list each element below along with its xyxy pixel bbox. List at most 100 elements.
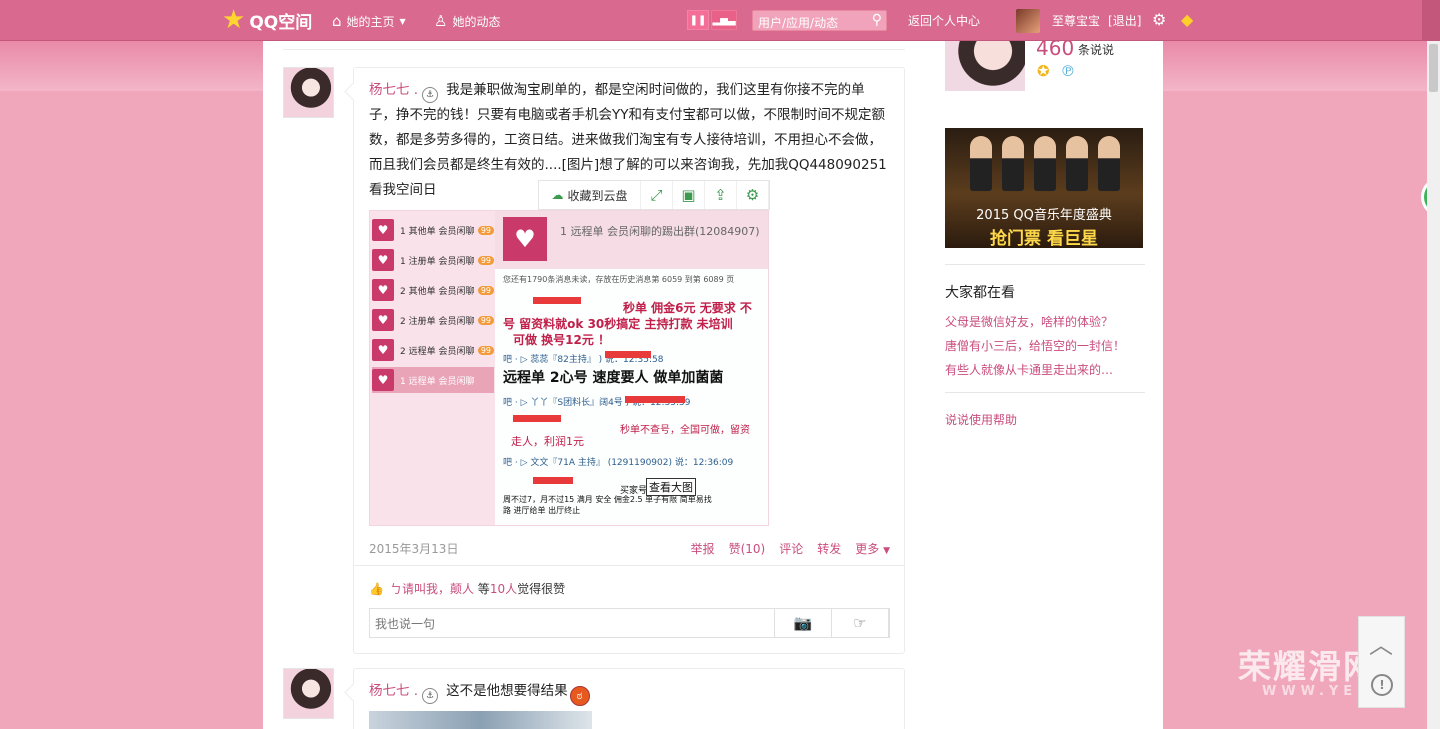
image-history-note: 您还有1790条消息未读，存放在历史消息第 6059 到第 6089 页 (503, 275, 735, 284)
bars-icon[interactable]: ▂▅▃ (711, 10, 737, 30)
likes-count[interactable]: 10人 (490, 582, 517, 596)
view-large-image[interactable]: 查看大图 (646, 478, 696, 496)
heart-icon: ♥ (372, 339, 394, 361)
scrollbar-thumb[interactable] (1429, 44, 1438, 92)
trending-link[interactable]: 有些人就像从卡通里走出来的… (945, 361, 1113, 378)
post-image[interactable] (369, 711, 592, 729)
image-row-selected: ♥ 1 远程单 会员闲聊 (372, 367, 494, 393)
image-chat-header: ♥ 1 远程单 会员闲聊的踢出群(12084907) (495, 211, 768, 269)
star-icon[interactable]: ✪ (1037, 62, 1050, 80)
image-row-count: 99 (477, 225, 494, 235)
username[interactable]: 至尊宝宝 [退出] (1052, 12, 1141, 29)
like-button[interactable]: 赞(10) (729, 540, 766, 557)
save-icon[interactable]: ▣ (673, 181, 705, 209)
banner-figure (1066, 136, 1088, 191)
fullscreen-icon[interactable]: ⤢ (641, 181, 673, 209)
report-button[interactable]: 举报 (691, 540, 715, 557)
pause-icon[interactable]: ❚❚ (687, 10, 709, 30)
user-avatar[interactable] (1016, 9, 1040, 33)
nav-her-dynamic[interactable]: ♙ 她的动态 (434, 12, 500, 30)
image-row-label: 2 注册单 会员闲聊 (400, 316, 475, 327)
star-logo-icon: ★ (222, 5, 246, 35)
profile-avatar[interactable] (945, 41, 1025, 91)
image-row-label: 1 注册单 会员闲聊 (400, 256, 475, 267)
post-date: 2015年3月13日 (369, 542, 459, 556)
music-banner[interactable]: 2015 QQ音乐年度盛典 抢门票 看巨星 (945, 128, 1143, 248)
home-icon: ⌂ (332, 12, 342, 30)
trending-link[interactable]: 唐僧有小三后，给悟空的一封信！ (945, 337, 1125, 354)
scrollbar[interactable] (1427, 41, 1440, 729)
banner-figure (1034, 136, 1056, 191)
more-button[interactable]: 更多 ▼ (855, 540, 890, 557)
back-to-top-panel: ︿ ! (1358, 616, 1405, 708)
profile-badges: ✪ ℗ (1037, 62, 1075, 80)
personal-center-label: 返回个人中心 (908, 14, 981, 28)
likes-suffix: 觉得很赞 (517, 582, 566, 596)
personal-center-link[interactable]: 返回个人中心 (908, 12, 980, 29)
image-meta: 吧 · ▷ 文文『71A 主持』 (1291190902) 说：12:36:09 (503, 458, 734, 468)
forward-button[interactable]: 转发 (817, 540, 841, 557)
nav-her-home[interactable]: ⌂ 她的主页 ▼ (332, 12, 406, 30)
post-author[interactable]: 杨七七 . (369, 82, 418, 98)
comment-input[interactable]: 我也说一句 📷 ☞ (369, 608, 890, 638)
camera-icon[interactable]: 📷 (774, 608, 832, 638)
top-navigation: ★ QQ空间 ⌂ 她的主页 ▼ ♙ 她的动态 ❚❚ ▂▅▃ 用户/应用/动态 ⚲… (0, 0, 1440, 41)
trending-title: 大家都在看 (945, 285, 1015, 301)
post-avatar[interactable] (283, 67, 334, 118)
image-text: 远程单 2心号 速度要人 做单加菌菌 (503, 370, 724, 386)
share-icon[interactable]: ⇪ (705, 181, 737, 209)
qzone-logo[interactable]: ★ QQ空间 (222, 6, 312, 34)
pin-icon[interactable]: ℗ (1060, 62, 1075, 80)
comment-placeholder: 我也说一句 (375, 617, 436, 631)
redaction (605, 351, 651, 358)
search-placeholder: 用户/应用/动态 (758, 16, 839, 30)
gear-icon[interactable]: ⚙ (1152, 10, 1166, 29)
image-chat-panel: ♥ 1 远程单 会员闲聊的踢出群(12084907) 您还有1790条消息未读，… (495, 211, 768, 525)
post-text: 杨七七 . ⚓ 这不是他想要得结果 ಠ (369, 679, 889, 706)
save-to-cloud-button[interactable]: ☁ 收藏到云盘 (539, 181, 641, 209)
settings-icon[interactable]: ⚙ (737, 181, 769, 209)
image-row-count: 99 (477, 345, 494, 355)
image-row: ♥ 1 注册单 会员闲聊 99 (372, 247, 494, 273)
cloud-icon: ☁ (551, 188, 564, 202)
pointer-icon[interactable]: ☞ (831, 608, 889, 638)
heart-icon: ♥ (372, 219, 394, 241)
feedback-icon[interactable]: ! (1371, 674, 1393, 696)
image-text: 走人，利润1元 (511, 435, 584, 448)
more-label: 更多 (855, 542, 880, 556)
search-input[interactable]: 用户/应用/动态 ⚲ (752, 10, 887, 31)
watermark: 荣耀滑网 (1238, 647, 1378, 686)
redaction (513, 415, 561, 422)
image-row-label: 2 远程单 会员闲聊 (400, 346, 475, 357)
post-author[interactable]: 杨七七 . (369, 683, 418, 699)
heart-icon: ♥ (503, 217, 547, 261)
image-text: 路 进厅给单 出厅终止 (503, 506, 581, 515)
comment-button[interactable]: 评论 (779, 540, 803, 557)
redaction (533, 297, 581, 304)
logo-text: QQ空间 (249, 12, 313, 33)
diamond-icon[interactable]: ◆ (1181, 10, 1193, 29)
view-toggle: ❚❚ ▂▅▃ (687, 10, 739, 30)
banner-figure (970, 136, 992, 191)
nav-her-dynamic-label: 她的动态 (452, 14, 501, 29)
banner-figure (1002, 136, 1024, 191)
trending-link[interactable]: 父母是微信好友，啥样的体验？ (945, 313, 1113, 330)
image-row-label: 2 其他单 会员闲聊 (400, 286, 475, 297)
logout-link[interactable]: [退出] (1108, 12, 1141, 29)
sidebar-divider (945, 264, 1145, 265)
post-avatar[interactable] (283, 668, 334, 719)
heart-icon: ♥ (372, 279, 394, 301)
post-image[interactable]: ♥ 1 其他单 会员闲聊 99 ♥ 1 注册单 会员闲聊 99 ♥ 2 其他单 会员闲聊 9… (369, 210, 769, 526)
likers[interactable]: ㄅ请叫我，颠人 (390, 582, 474, 596)
image-toolbar: ☁ 收藏到云盘 ⤢ ▣ ⇪ ⚙ (538, 180, 770, 210)
post-meta: 2015年3月13日 举报 赞(10) 评论 转发 更多 ▼ (369, 540, 890, 557)
image-row-count: 99 (477, 285, 494, 295)
chevron-down-icon: ▼ (399, 16, 406, 26)
arrow-up-icon[interactable]: ︿ (1369, 625, 1393, 660)
image-text: 号 留资料就ok 30秒搞定 主持打款 未培训 (503, 317, 733, 331)
thumbs-up-icon: 👍 (369, 582, 384, 596)
banner-title: 2015 QQ音乐年度盛典 (976, 208, 1112, 223)
help-link[interactable]: 说说使用帮助 (945, 411, 1017, 428)
search-icon[interactable]: ⚲ (872, 12, 882, 28)
username-label: 至尊宝宝 (1052, 14, 1101, 28)
